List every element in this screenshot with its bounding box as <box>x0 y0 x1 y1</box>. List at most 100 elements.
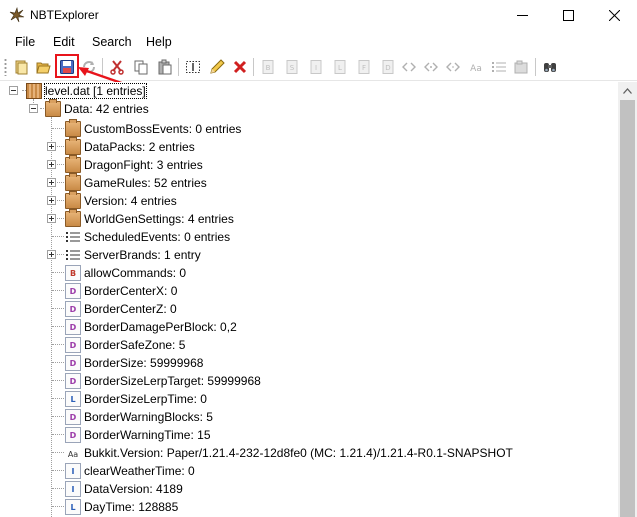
tag-type-glyph: L <box>70 395 76 404</box>
add-int-array-button[interactable] <box>421 57 441 77</box>
tree-root-label[interactable]: level.dat [1 entries] <box>44 83 147 99</box>
tree-node-label[interactable]: DataPacks: 2 entries <box>84 140 195 154</box>
compound-tag-icon <box>45 99 61 117</box>
double-tag-icon: D <box>65 409 81 425</box>
tree-node-label[interactable]: BorderWarningBlocks: 5 <box>84 410 213 424</box>
node-expander[interactable] <box>47 214 56 223</box>
tree-node-label[interactable]: BorderSafeZone: 5 <box>84 338 185 352</box>
scrollbar-thumb[interactable] <box>620 100 635 517</box>
tag-type-glyph: D <box>69 341 77 350</box>
scroll-up-button[interactable] <box>618 82 637 99</box>
menu-help[interactable]: Help <box>146 35 172 49</box>
tree-node-label[interactable]: DragonFight: 3 entries <box>84 158 203 172</box>
svg-text:S: S <box>290 64 295 72</box>
add-float-button[interactable]: F <box>354 57 374 77</box>
add-int-button[interactable]: I <box>306 57 326 77</box>
delete-button[interactable] <box>230 57 250 77</box>
int-tag-icon: I <box>65 463 81 479</box>
long-tag-icon: L <box>65 391 81 407</box>
tag-type-glyph: D <box>69 413 77 422</box>
open-folder-icon <box>36 62 51 74</box>
data-expander[interactable] <box>29 104 38 113</box>
tag-type-glyph: L <box>70 503 76 512</box>
toolbar-separator <box>253 58 254 76</box>
open-file-icon <box>15 60 28 75</box>
node-expander[interactable] <box>47 196 56 205</box>
tree-node-label[interactable]: BorderSizeLerpTime: 0 <box>84 392 207 406</box>
tree-connector <box>52 434 64 435</box>
add-compound-icon <box>514 60 528 74</box>
tree-node-label[interactable]: DayTime: 128885 <box>84 500 178 514</box>
minimize-button[interactable] <box>499 0 545 31</box>
tree-node-label[interactable]: BorderSizeLerpTarget: 59999968 <box>84 374 261 388</box>
list-tag-icon <box>66 232 80 242</box>
open-folder-button[interactable] <box>33 57 53 77</box>
tree-connector <box>52 308 64 309</box>
menu-search[interactable]: Search <box>92 35 132 49</box>
add-string-icon: Aa <box>470 64 482 74</box>
open-file-button[interactable] <box>11 57 31 77</box>
edit-value-button[interactable] <box>207 57 227 77</box>
tree-connector <box>52 236 64 237</box>
string-tag-icon: Aa <box>68 450 78 459</box>
add-long-icon: L <box>334 60 346 74</box>
add-compound-button[interactable] <box>511 57 531 77</box>
tree-node-label[interactable]: BorderWarningTime: 15 <box>84 428 211 442</box>
toolbar-separator <box>535 58 536 76</box>
tag-type-glyph: D <box>69 377 77 386</box>
root-expander[interactable] <box>9 86 18 95</box>
find-button[interactable] <box>540 57 560 77</box>
rename-icon <box>186 61 200 73</box>
tree-node-label[interactable]: WorldGenSettings: 4 entries <box>84 212 234 226</box>
add-string-button[interactable]: Aa <box>466 57 486 77</box>
tree-node-label[interactable]: ServerBrands: 1 entry <box>84 248 201 262</box>
long-tag-icon: L <box>65 499 81 515</box>
nbt-tree-view[interactable]: level.dat [1 entries] Data: 42 entries C… <box>0 82 618 517</box>
rename-button[interactable] <box>183 57 203 77</box>
add-long-button[interactable]: L <box>330 57 350 77</box>
tree-node-label[interactable]: GameRules: 52 entries <box>84 176 207 190</box>
tree-node-label[interactable]: BorderCenterX: 0 <box>84 284 177 298</box>
tree-node-label[interactable]: Version: 4 entries <box>84 194 177 208</box>
tree-node-label[interactable]: BorderCenterZ: 0 <box>84 302 177 316</box>
svg-text:L: L <box>338 64 342 72</box>
node-expander[interactable] <box>47 178 56 187</box>
menu-file[interactable]: File <box>15 35 35 49</box>
tree-node-label[interactable]: BorderSize: 59999968 <box>84 356 203 370</box>
menu-edit[interactable]: Edit <box>53 35 75 49</box>
tree-data-label[interactable]: Data: 42 entries <box>64 102 149 116</box>
node-expander[interactable] <box>47 160 56 169</box>
add-double-button[interactable]: D <box>378 57 398 77</box>
delete-icon <box>233 60 247 74</box>
paste-icon <box>158 59 172 75</box>
tree-node-label[interactable]: DataVersion: 4189 <box>84 482 183 496</box>
tree-node-label[interactable]: CustomBossEvents: 0 entries <box>84 122 241 136</box>
add-short-button[interactable]: S <box>282 57 302 77</box>
maximize-button[interactable] <box>545 0 591 31</box>
node-expander[interactable] <box>47 142 56 151</box>
tag-type-glyph: D <box>69 323 77 332</box>
tree-node-label[interactable]: BorderDamagePerBlock: 0,2 <box>84 320 237 334</box>
close-button[interactable] <box>591 0 637 31</box>
add-list-button[interactable] <box>489 57 509 77</box>
tree-connector <box>51 117 52 517</box>
add-byte-button[interactable]: B <box>258 57 278 77</box>
compound-tag-icon <box>65 209 81 227</box>
chevron-up-icon <box>623 87 632 94</box>
tree-connector <box>52 488 64 489</box>
add-long-array-button[interactable] <box>443 57 463 77</box>
node-expander[interactable] <box>47 250 56 259</box>
vertical-scrollbar[interactable] <box>618 82 637 517</box>
menu-bar: File Edit Search Help <box>0 31 637 53</box>
double-tag-icon: D <box>65 355 81 371</box>
toolbar-grip[interactable] <box>4 58 7 76</box>
tree-node-label[interactable]: allowCommands: 0 <box>84 266 186 280</box>
add-byte-array-button[interactable] <box>399 57 419 77</box>
paste-button[interactable] <box>155 57 175 77</box>
tree-connector <box>52 326 64 327</box>
tag-type-glyph: I <box>71 467 75 476</box>
tree-node-label[interactable]: Bukkit.Version: Paper/1.21.4-232-12d8fe0… <box>84 446 513 460</box>
tree-connector <box>52 290 64 291</box>
tree-node-label[interactable]: ScheduledEvents: 0 entries <box>84 230 230 244</box>
tree-node-label[interactable]: clearWeatherTime: 0 <box>84 464 195 478</box>
